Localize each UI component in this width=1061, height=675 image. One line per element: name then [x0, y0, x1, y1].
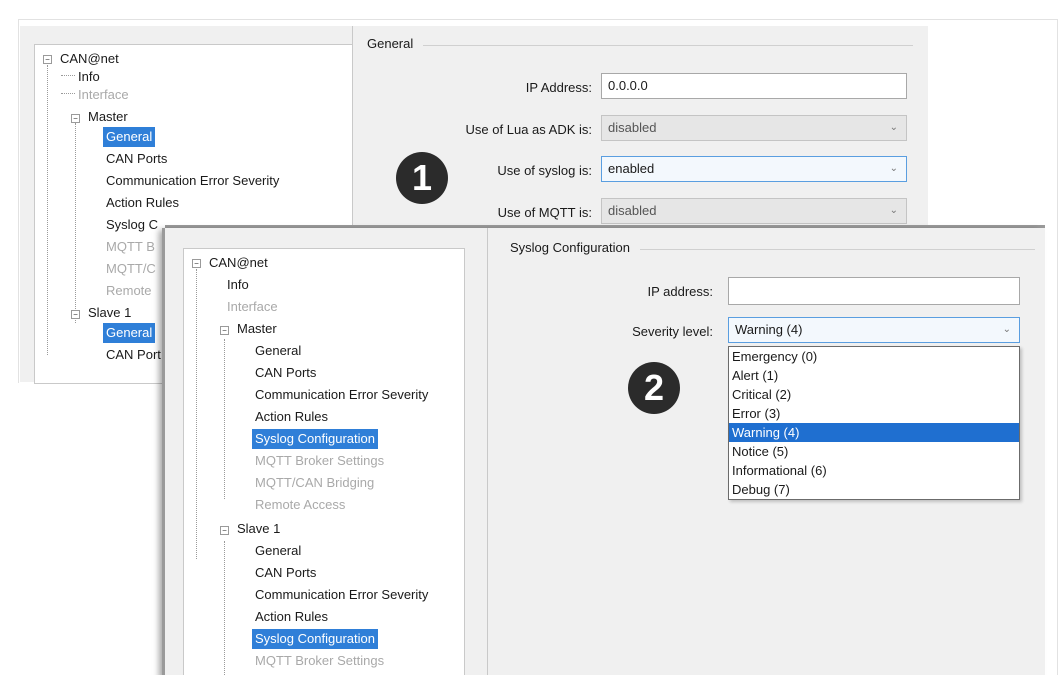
group-divider	[640, 249, 1035, 250]
minus-box-icon[interactable]: −	[220, 326, 229, 335]
minus-box-icon[interactable]: −	[192, 259, 201, 268]
tree-node-comm-error-severity[interactable]: Communication Error Severity	[103, 171, 282, 191]
tree-node-remote-access[interactable]: Remote Access	[252, 495, 348, 515]
group-title-syslog: Syslog Configuration	[510, 240, 630, 255]
tree-node-master[interactable]: Master	[234, 319, 280, 339]
severity-option[interactable]: Emergency (0)	[729, 347, 1019, 366]
lua-adk-label: Use of Lua as ADK is:	[465, 122, 592, 137]
tree-line	[224, 339, 225, 499]
severity-level-select[interactable]: Warning (4) ⌄	[728, 317, 1020, 343]
minus-box-icon[interactable]: −	[71, 114, 80, 123]
severity-level-value: Warning (4)	[735, 322, 803, 337]
minus-box-icon[interactable]: −	[71, 310, 80, 319]
syslog-usage-value: enabled	[608, 161, 655, 176]
severity-dropdown-list: Emergency (0) Alert (1) Critical (2) Err…	[728, 346, 1020, 500]
syslog-ip-label: IP address:	[647, 284, 713, 299]
tree-node-interface[interactable]: Interface	[224, 297, 281, 317]
tree-node-syslog-config[interactable]: Syslog C	[103, 215, 161, 235]
tree-node-slave-can-ports[interactable]: CAN Ports	[252, 563, 319, 583]
severity-option[interactable]: Notice (5)	[729, 442, 1019, 461]
tree-node-remote-access[interactable]: Remote	[103, 281, 155, 301]
frame-left-border	[18, 19, 19, 383]
tree-line	[61, 93, 75, 94]
tree-line	[75, 123, 76, 323]
chevron-down-icon: ⌄	[889, 205, 898, 216]
tree-node-slave-general[interactable]: General	[103, 323, 156, 343]
severity-option[interactable]: Debug (7)	[729, 480, 1019, 499]
tree-node-mqtt-can[interactable]: MQTT/C	[103, 259, 159, 279]
group-title-general: General	[367, 36, 414, 51]
tree-node-info[interactable]: Info	[75, 67, 103, 87]
chevron-down-icon: ⌄	[1002, 324, 1011, 335]
chevron-down-icon: ⌄	[889, 163, 898, 174]
tree-node-slave-general[interactable]: General	[252, 541, 304, 561]
tree-node-info[interactable]: Info	[224, 275, 252, 295]
lua-adk-value: disabled	[608, 120, 657, 135]
ip-address-field[interactable]: 0.0.0.0	[601, 73, 907, 99]
tree-node-action-rules[interactable]: Action Rules	[103, 193, 182, 213]
tree-node-slave-action-rules[interactable]: Action Rules	[252, 607, 331, 627]
minus-box-icon[interactable]: −	[43, 55, 52, 64]
tree-node-slave-syslog-config[interactable]: Syslog Configuration	[252, 629, 378, 649]
severity-option[interactable]: Alert (1)	[729, 366, 1019, 385]
tree-node-mqtt-broker[interactable]: MQTT B	[103, 237, 158, 257]
mqtt-usage-label: Use of MQTT is:	[497, 205, 592, 220]
chevron-down-icon: ⌄	[889, 122, 898, 133]
frame-top-border	[18, 19, 1058, 20]
tree-node-comm-error-severity[interactable]: Communication Error Severity	[252, 385, 431, 405]
tree-line	[224, 541, 225, 675]
navigation-tree-pane: − CAN@net Info Interface − Master Genera…	[183, 248, 465, 675]
tree-node-general[interactable]: General	[103, 127, 156, 147]
tree-node-slave-comm-error-severity[interactable]: Communication Error Severity	[252, 585, 431, 605]
step-badge-2: 2	[628, 362, 680, 414]
group-divider	[423, 45, 913, 46]
mqtt-usage-value: disabled	[608, 203, 657, 218]
minus-box-icon[interactable]: −	[220, 526, 229, 535]
severity-option[interactable]: Critical (2)	[729, 385, 1019, 404]
syslog-usage-select[interactable]: enabled ⌄	[601, 156, 907, 182]
tree-node-interface[interactable]: Interface	[75, 85, 132, 105]
tree-node-can-ports[interactable]: CAN Ports	[103, 149, 170, 169]
tree-node-can-ports[interactable]: CAN Ports	[252, 363, 319, 383]
tree-node-master[interactable]: Master	[85, 107, 131, 127]
syslog-ip-field[interactable]	[728, 277, 1020, 305]
tree-node-root[interactable]: CAN@net	[57, 49, 122, 69]
syslog-settings-pane: Syslog Configuration IP address: Severit…	[487, 228, 1045, 675]
tree-node-syslog-config[interactable]: Syslog Configuration	[252, 429, 378, 449]
config-window-syslog: − CAN@net Info Interface − Master Genera…	[165, 228, 1045, 675]
tree-node-slave-1[interactable]: Slave 1	[234, 519, 283, 539]
mqtt-usage-select[interactable]: disabled ⌄	[601, 198, 907, 224]
severity-option[interactable]: Error (3)	[729, 404, 1019, 423]
tree-node-root[interactable]: CAN@net	[206, 253, 271, 273]
severity-level-label: Severity level:	[632, 324, 713, 339]
tree-node-slave-can-ports[interactable]: CAN Port	[103, 345, 164, 365]
severity-option-selected[interactable]: Warning (4)	[729, 423, 1019, 442]
ip-address-label: IP Address:	[525, 80, 592, 95]
tree-node-action-rules[interactable]: Action Rules	[252, 407, 331, 427]
tree-node-mqtt-broker[interactable]: MQTT Broker Settings	[252, 451, 387, 471]
tree-line	[61, 75, 75, 76]
syslog-usage-label: Use of syslog is:	[497, 163, 592, 178]
severity-option[interactable]: Informational (6)	[729, 461, 1019, 480]
tree-node-slave-1[interactable]: Slave 1	[85, 303, 134, 323]
step-badge-1: 1	[396, 152, 448, 204]
tree-line	[47, 65, 48, 355]
tree-node-slave-mqtt-broker[interactable]: MQTT Broker Settings	[252, 651, 387, 671]
frame-right-border	[1057, 19, 1058, 675]
lua-adk-select[interactable]: disabled ⌄	[601, 115, 907, 141]
tree-line	[196, 269, 197, 559]
tree-node-general[interactable]: General	[252, 341, 304, 361]
tree-node-mqtt-can[interactable]: MQTT/CAN Bridging	[252, 473, 377, 493]
